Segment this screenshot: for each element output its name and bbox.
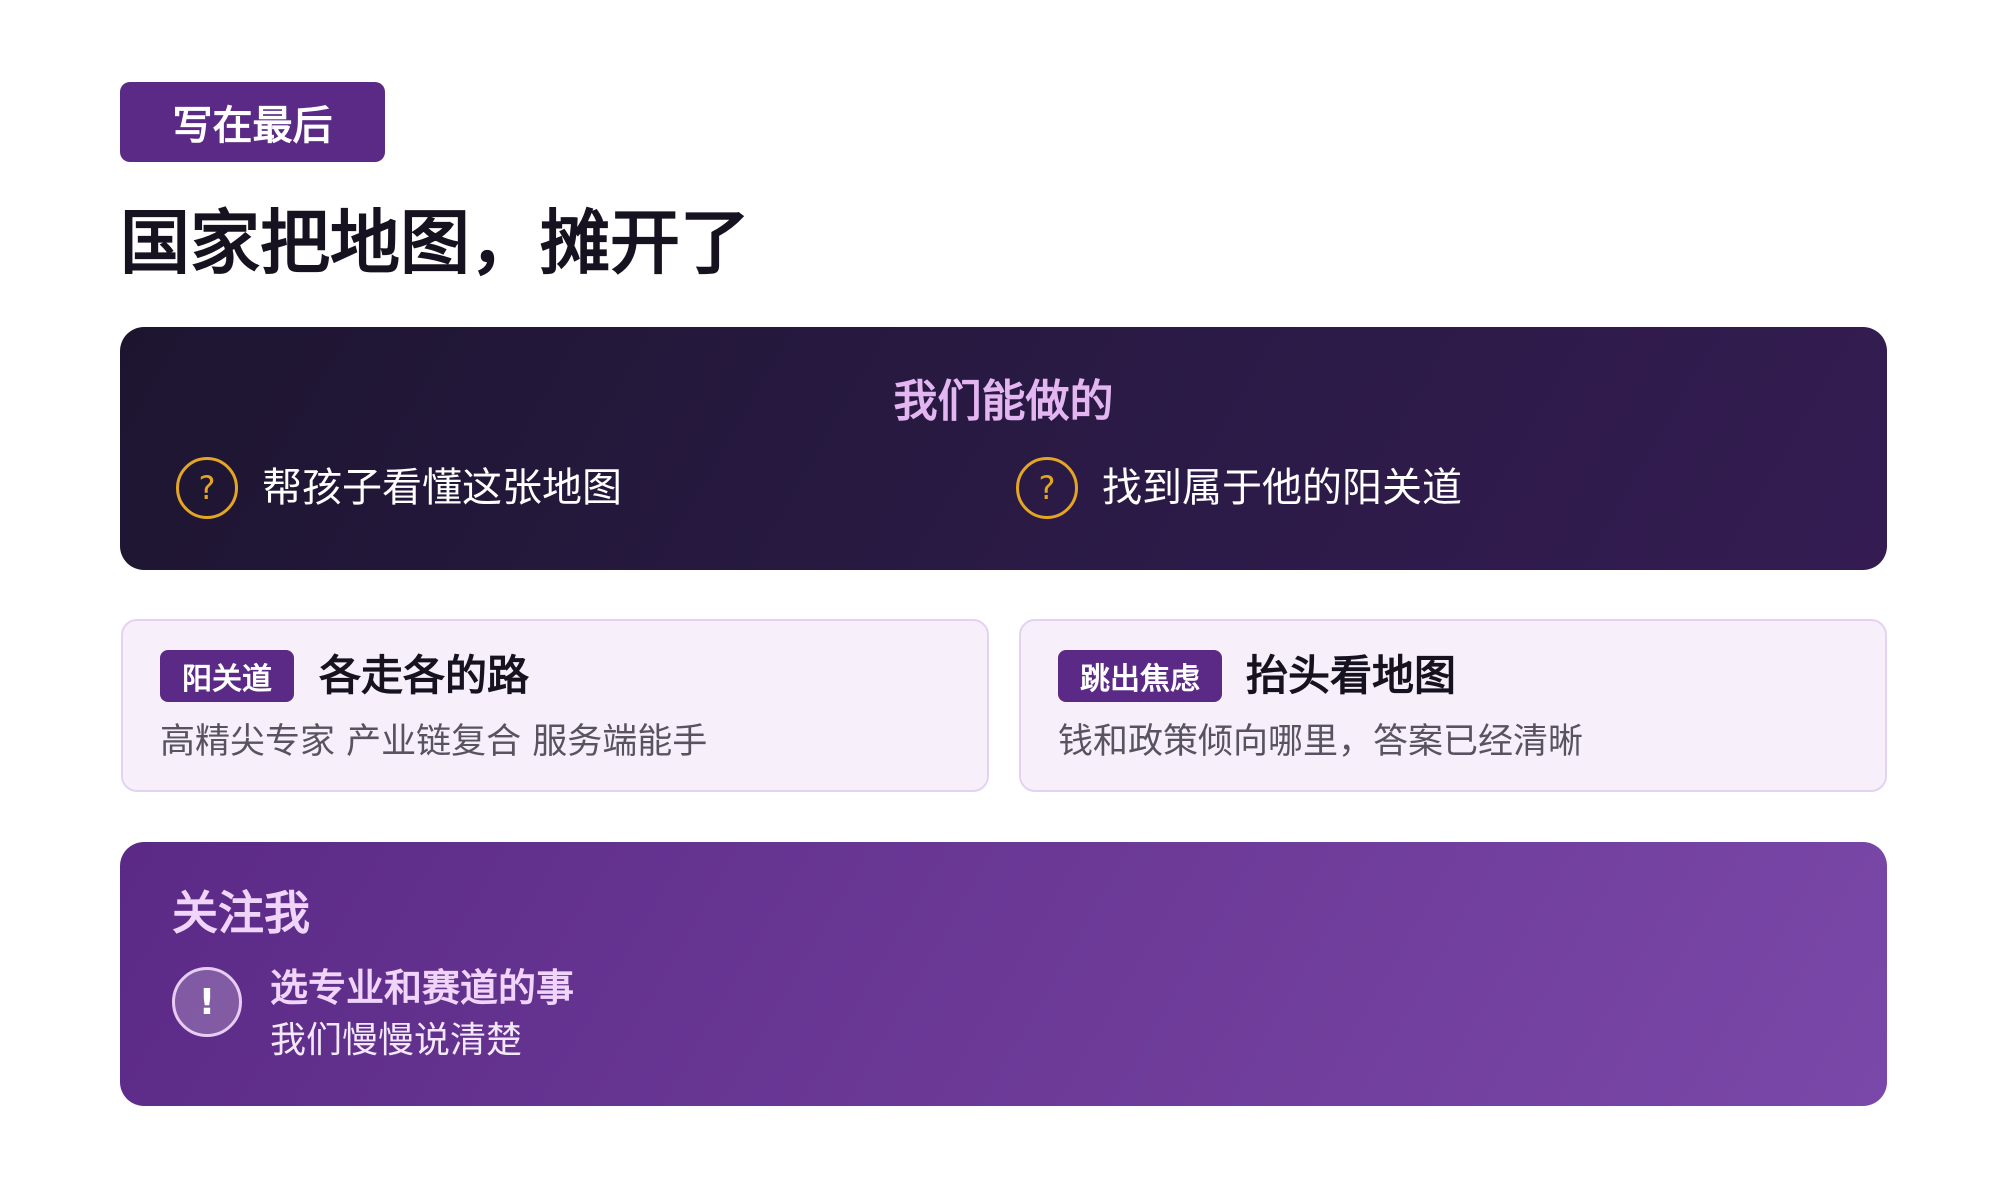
card-badge: 阳关道 [160,650,294,702]
page-title: 国家把地图，摊开了 [120,202,750,284]
what-we-do-item: ? 帮孩子看懂这张地图 [176,457,622,519]
card-subtitle: 钱和政策倾向哪里，答案已经清晰 [1058,722,1584,762]
what-we-do-item-text: 帮孩子看懂这张地图 [262,465,622,511]
card-badge: 跳出焦虑 [1058,650,1222,702]
question-circle-icon: ? [1016,457,1078,519]
card-title: 各走各的路 [319,651,530,700]
follow-panel: 关注我 ! 选专业和赛道的事 我们慢慢说清楚 [120,842,1887,1106]
exclamation-circle-icon: ! [172,967,242,1037]
what-we-do-title: 我们能做的 [893,376,1114,427]
question-circle-icon: ? [176,457,238,519]
follow-title: 关注我 [172,886,310,940]
follow-line-secondary: 我们慢慢说清楚 [270,1020,523,1061]
follow-line-primary: 选专业和赛道的事 [270,966,575,1010]
path-card: 阳关道 各走各的路 高精尖专家 产业链复合 服务端能手 [121,619,989,792]
card-title: 抬头看地图 [1246,651,1457,700]
anxiety-card: 跳出焦虑 抬头看地图 钱和政策倾向哪里，答案已经清晰 [1019,619,1887,792]
card-subtitle: 高精尖专家 产业链复合 服务端能手 [160,722,708,762]
what-we-do-panel: 我们能做的 ? 帮孩子看懂这张地图 ? 找到属于他的阳关道 [120,327,1887,570]
what-we-do-item-text: 找到属于他的阳关道 [1102,465,1462,511]
section-tag: 写在最后 [120,82,385,162]
what-we-do-item: ? 找到属于他的阳关道 [1016,457,1462,519]
